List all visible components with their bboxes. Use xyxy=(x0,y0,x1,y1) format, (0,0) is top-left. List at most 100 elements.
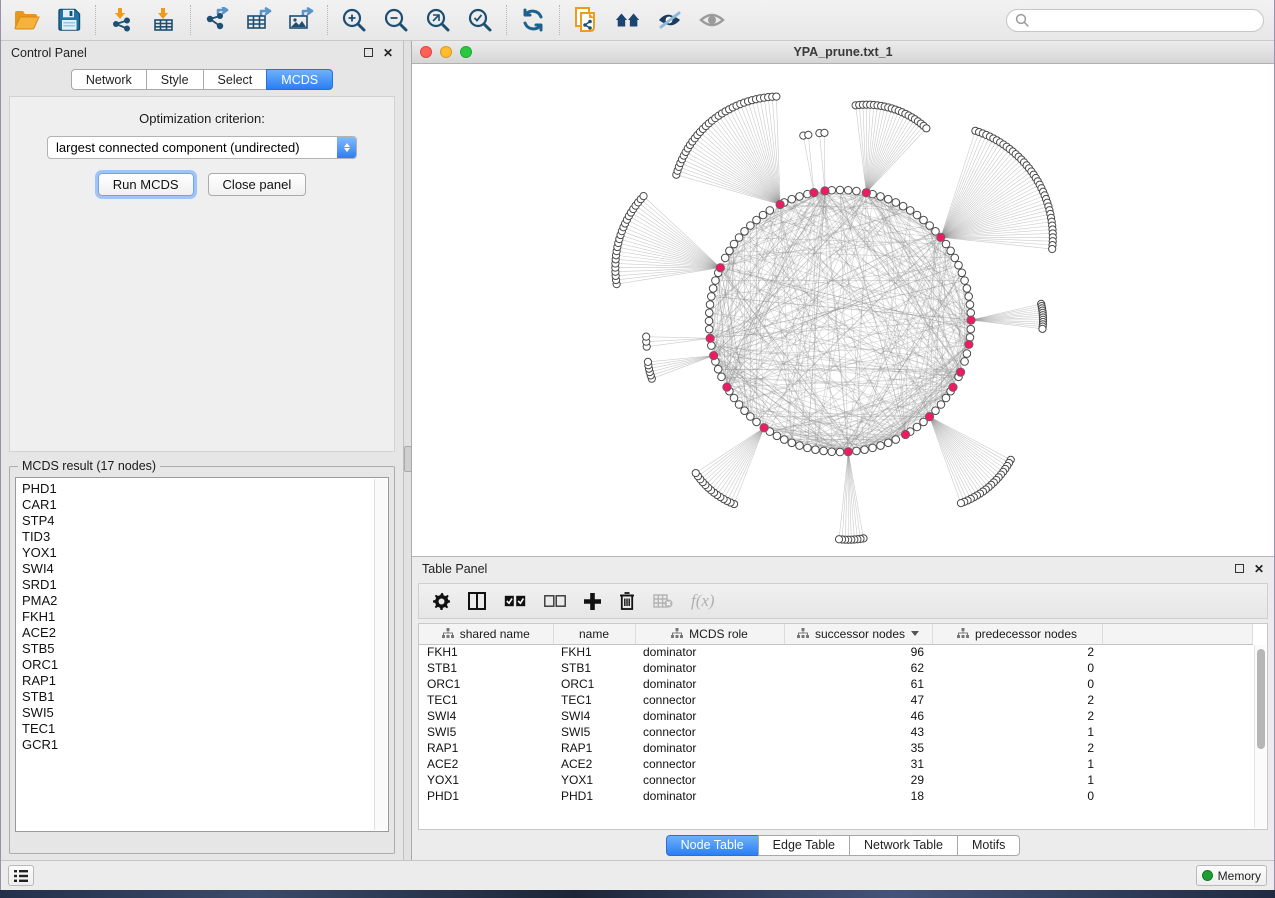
cell-role: dominator xyxy=(635,676,784,692)
create-column-icon[interactable] xyxy=(584,593,601,610)
cell-predecessors: 2 xyxy=(932,708,1102,724)
mcds-result-item[interactable]: SWI4 xyxy=(22,561,388,577)
memory-button[interactable]: Memory xyxy=(1196,865,1267,886)
float-table-panel-icon[interactable] xyxy=(1235,563,1244,575)
hierarchy-icon xyxy=(957,628,969,639)
cell-successors: 18 xyxy=(784,788,932,804)
save-icon[interactable] xyxy=(55,6,83,34)
network-window-titlebar[interactable]: YPA_prune.txt_1 xyxy=(412,41,1274,64)
table-row[interactable]: SWI5SWI5connector431 xyxy=(419,724,1253,740)
select-all-columns-icon[interactable] xyxy=(504,595,526,607)
column-header-shared-name[interactable]: shared name xyxy=(419,624,553,644)
cell-role: connector xyxy=(635,772,784,788)
mcds-result-item[interactable]: SWI5 xyxy=(22,705,388,721)
table-row[interactable]: PHD1PHD1dominator180 xyxy=(419,788,1253,804)
criterion-selected-value: largest connected component (undirected) xyxy=(48,140,337,155)
export-network-icon[interactable] xyxy=(203,6,231,34)
mcds-result-item[interactable]: ORC1 xyxy=(22,657,388,673)
column-header-predecessor-nodes[interactable]: predecessor nodes xyxy=(932,624,1102,644)
control-panel-title: Control Panel xyxy=(11,46,87,60)
mcds-result-item[interactable]: RAP1 xyxy=(22,673,388,689)
result-list-scrollbar[interactable] xyxy=(374,479,387,830)
table-row[interactable]: YOX1YOX1connector291 xyxy=(419,772,1253,788)
duplicate-network-icon[interactable] xyxy=(572,6,600,34)
control-panel-tabs: Network Style Select MCDS xyxy=(1,69,403,90)
cell-name: TEC1 xyxy=(553,692,635,708)
mcds-result-item[interactable]: STB1 xyxy=(22,689,388,705)
export-image-icon[interactable] xyxy=(287,6,315,34)
tab-network[interactable]: Network xyxy=(71,69,147,90)
cell-name: SWI5 xyxy=(553,724,635,740)
mcds-result-item[interactable]: SRD1 xyxy=(22,577,388,593)
application-window: Control Panel ✕ Network Style Select MCD… xyxy=(0,0,1275,890)
hide-selected-icon[interactable] xyxy=(656,6,684,34)
zoom-out-icon[interactable] xyxy=(382,6,410,34)
column-header-name[interactable]: name xyxy=(553,624,635,644)
refresh-icon[interactable] xyxy=(519,6,547,34)
table-scrollbar-thumb[interactable] xyxy=(1257,649,1265,749)
table-row[interactable]: STB1STB1dominator620 xyxy=(419,660,1253,676)
mcds-result-item[interactable]: STP4 xyxy=(22,513,388,529)
table-row[interactable]: ACE2ACE2connector311 xyxy=(419,756,1253,772)
unselect-all-columns-icon[interactable] xyxy=(544,595,566,607)
tab-mcds[interactable]: MCDS xyxy=(266,69,333,90)
panel-splitter[interactable] xyxy=(404,41,412,860)
cell-shared_name: YOX1 xyxy=(419,772,553,788)
run-mcds-button[interactable]: Run MCDS xyxy=(98,173,194,196)
table-row[interactable]: ORC1ORC1dominator610 xyxy=(419,676,1253,692)
network-window: YPA_prune.txt_1 xyxy=(412,41,1274,557)
column-header-mcds-role[interactable]: MCDS role xyxy=(635,624,784,644)
mcds-result-item[interactable]: GCR1 xyxy=(22,737,388,753)
mcds-result-item[interactable]: YOX1 xyxy=(22,545,388,561)
mcds-result-item[interactable]: PMA2 xyxy=(22,593,388,609)
criterion-select[interactable]: largest connected component (undirected) xyxy=(47,136,357,159)
column-header-successor-nodes[interactable]: successor nodes xyxy=(784,624,932,644)
zoom-selected-icon[interactable] xyxy=(466,6,494,34)
splitter-grip[interactable] xyxy=(404,446,412,472)
tab-select[interactable]: Select xyxy=(203,69,268,90)
mcds-result-item[interactable]: CAR1 xyxy=(22,497,388,513)
search-field[interactable] xyxy=(1034,13,1255,27)
show-all-icon[interactable] xyxy=(698,6,726,34)
mcds-result-item[interactable]: FKH1 xyxy=(22,609,388,625)
mcds-result-item[interactable]: STB5 xyxy=(22,641,388,657)
table-row[interactable]: RAP1RAP1dominator352 xyxy=(419,740,1253,756)
tab-style[interactable]: Style xyxy=(146,69,204,90)
mcds-result-item[interactable]: ACE2 xyxy=(22,625,388,641)
delete-column-trash-icon[interactable] xyxy=(619,592,635,610)
tab-motifs[interactable]: Motifs xyxy=(957,835,1020,856)
float-panel-icon[interactable] xyxy=(364,47,373,59)
mcds-result-item[interactable]: PHD1 xyxy=(22,481,388,497)
close-panel-button[interactable]: Close panel xyxy=(208,173,307,196)
show-column-pane-icon[interactable] xyxy=(468,592,486,610)
table-settings-gear-icon[interactable] xyxy=(433,593,450,610)
maximize-window-icon[interactable] xyxy=(460,46,472,58)
mcds-result-item[interactable]: TID3 xyxy=(22,529,388,545)
search-input[interactable] xyxy=(1006,9,1264,32)
cell-empty xyxy=(1102,756,1253,772)
table-row[interactable]: FKH1FKH1dominator962 xyxy=(419,644,1253,660)
export-table-icon[interactable] xyxy=(245,6,273,34)
zoom-fit-icon[interactable] xyxy=(424,6,452,34)
first-neighbors-icon[interactable] xyxy=(614,6,642,34)
open-folder-icon[interactable] xyxy=(13,6,41,34)
mcds-result-list[interactable]: PHD1CAR1STP4TID3YOX1SWI4SRD1PMA2FKH1ACE2… xyxy=(15,477,389,832)
network-canvas[interactable] xyxy=(412,64,1274,556)
minimize-window-icon[interactable] xyxy=(440,46,452,58)
table-row[interactable]: SWI4SWI4dominator462 xyxy=(419,708,1253,724)
zoom-in-icon[interactable] xyxy=(340,6,368,34)
close-window-icon[interactable] xyxy=(420,46,432,58)
mcds-result-item[interactable]: TEC1 xyxy=(22,721,388,737)
tab-edge-table[interactable]: Edge Table xyxy=(758,835,850,856)
table-scrollbar[interactable] xyxy=(1254,645,1266,828)
task-history-button[interactable] xyxy=(8,865,34,886)
tab-node-table[interactable]: Node Table xyxy=(666,835,759,856)
cell-empty xyxy=(1102,676,1253,692)
close-table-panel-icon[interactable]: ✕ xyxy=(1254,563,1264,575)
import-network-icon[interactable] xyxy=(108,6,136,34)
close-panel-icon[interactable]: ✕ xyxy=(383,47,393,59)
tab-network-table[interactable]: Network Table xyxy=(849,835,958,856)
cell-empty xyxy=(1102,708,1253,724)
import-table-icon[interactable] xyxy=(150,6,178,34)
table-row[interactable]: TEC1TEC1connector472 xyxy=(419,692,1253,708)
